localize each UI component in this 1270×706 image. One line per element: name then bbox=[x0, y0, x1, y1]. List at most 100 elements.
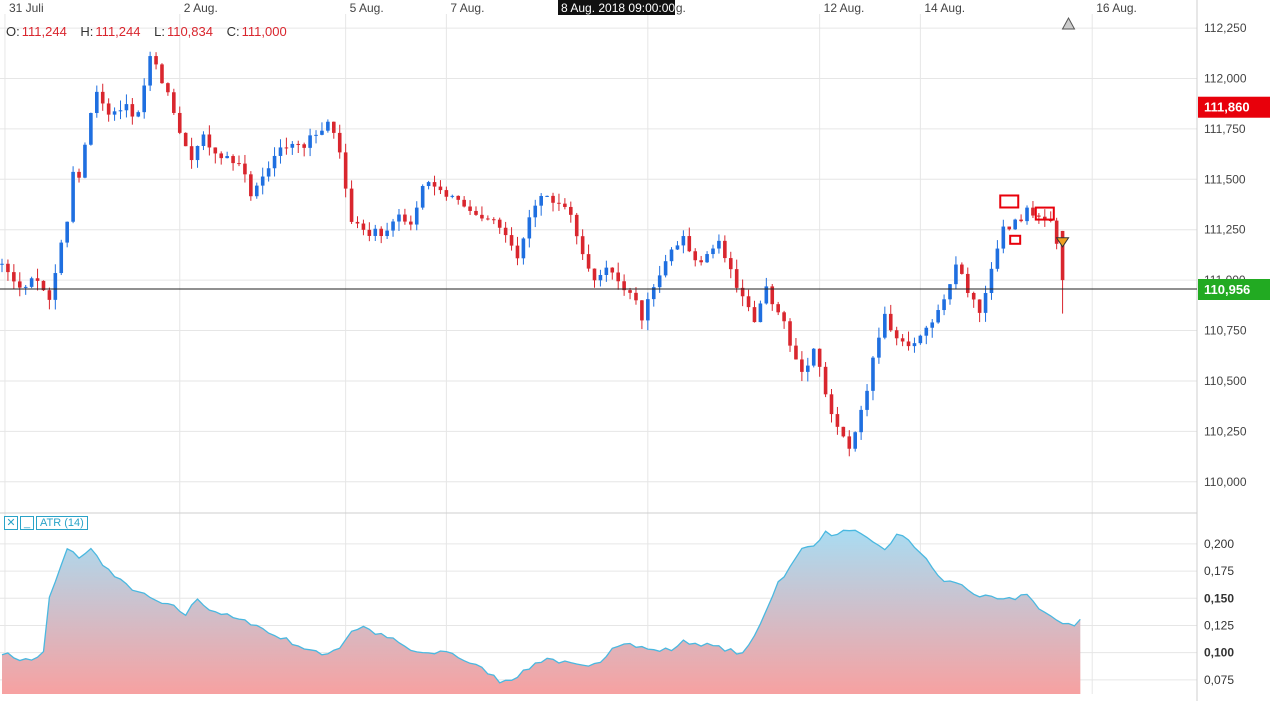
candle-body bbox=[136, 112, 141, 117]
candle-body bbox=[95, 91, 99, 114]
candle-body bbox=[177, 112, 182, 133]
atr-layer bbox=[1, 529, 1081, 694]
price-tick-label: 111,500 bbox=[1204, 172, 1246, 186]
crosshair-time-badge: 8 Aug. 2018 09:00:00 bbox=[558, 0, 675, 15]
close-value: 111,000 bbox=[241, 24, 287, 39]
candle-body bbox=[249, 174, 253, 197]
atr-indicator-label[interactable]: ATR (14) bbox=[36, 516, 88, 530]
candle-body bbox=[183, 132, 188, 147]
candle-body bbox=[705, 254, 709, 263]
candle-body bbox=[663, 261, 668, 276]
chart-svg[interactable]: 112,250 112,000 111,750 111,500 111,250 111,0… bbox=[0, 0, 1270, 701]
candle-body bbox=[977, 299, 982, 313]
time-tick-label: 14 Aug. bbox=[924, 1, 965, 15]
candle-body bbox=[592, 268, 597, 281]
candle-body bbox=[166, 83, 170, 93]
candle-body bbox=[6, 263, 10, 273]
candle-body bbox=[361, 223, 366, 230]
candle-body bbox=[888, 313, 893, 331]
candle-body bbox=[343, 152, 348, 189]
candle-body bbox=[154, 56, 158, 65]
time-tick-label: 2 Aug. bbox=[184, 1, 218, 15]
high-value: 111,244 bbox=[95, 24, 141, 39]
candle-body bbox=[912, 343, 917, 347]
price-badge-label: 111,860 bbox=[1204, 100, 1250, 115]
candle-body bbox=[871, 357, 875, 391]
candle-body bbox=[628, 290, 632, 293]
scroll-up-triangle-icon[interactable] bbox=[1061, 17, 1076, 30]
grid-layer bbox=[0, 0, 1198, 701]
candle-body bbox=[965, 273, 970, 293]
candle-body bbox=[711, 248, 715, 255]
candle-body bbox=[201, 134, 206, 146]
candle-body bbox=[569, 206, 573, 215]
candle-body bbox=[403, 214, 407, 222]
candle-body bbox=[563, 203, 567, 207]
candle-body bbox=[260, 176, 265, 186]
time-tick-label: 5 Aug. bbox=[350, 1, 384, 15]
candle-body bbox=[172, 92, 176, 113]
candle-body bbox=[723, 240, 727, 259]
candle-body bbox=[243, 163, 247, 175]
candle-body bbox=[610, 267, 615, 273]
atr-tick-label: 0,200 bbox=[1204, 537, 1234, 551]
candle-body bbox=[444, 190, 449, 197]
candle-body bbox=[89, 113, 93, 145]
candle-body bbox=[574, 214, 579, 237]
candle-body bbox=[23, 286, 28, 288]
candle-body bbox=[687, 236, 692, 252]
candle-body bbox=[752, 307, 757, 323]
candle-body bbox=[954, 264, 958, 285]
candle-body bbox=[640, 300, 644, 321]
price-tick-label: 112,250 bbox=[1204, 21, 1247, 35]
candle-body bbox=[788, 321, 792, 346]
price-tick-label: 110,000 bbox=[1204, 475, 1247, 489]
candle-body bbox=[906, 341, 911, 347]
candle-body bbox=[918, 335, 923, 344]
price-tick-label: 111,750 bbox=[1204, 122, 1246, 136]
candle-body bbox=[817, 348, 822, 367]
candle-body bbox=[728, 258, 733, 270]
candle-body bbox=[373, 228, 378, 236]
candle-body bbox=[284, 147, 289, 149]
candle-body bbox=[1013, 219, 1017, 230]
price-tick-label: 112,000 bbox=[1204, 71, 1247, 85]
candle-body bbox=[414, 207, 419, 225]
candle-body bbox=[124, 104, 129, 111]
minimize-icon[interactable]: _ bbox=[20, 516, 34, 530]
open-value: 111,244 bbox=[21, 24, 67, 39]
price-tick-label: 110,750 bbox=[1204, 324, 1247, 338]
candle-body bbox=[900, 338, 905, 342]
candle-body bbox=[195, 145, 200, 161]
candle-body bbox=[580, 236, 585, 255]
ohlc-readout: O: 111,244 H: 111,244 L: 110,834 C: 111,000 bbox=[6, 24, 297, 39]
atr-tick-label: 0,100 bbox=[1204, 646, 1234, 660]
candle-body bbox=[1001, 226, 1006, 249]
candle-body bbox=[646, 299, 650, 321]
candle-body bbox=[883, 313, 887, 338]
candle-body bbox=[853, 432, 857, 449]
candle-body bbox=[53, 273, 58, 300]
price-badge: 111,860 bbox=[1198, 96, 1270, 118]
candle-body bbox=[71, 171, 75, 222]
candle-body bbox=[1031, 207, 1035, 216]
candle-body bbox=[634, 292, 638, 301]
candle-body bbox=[782, 312, 786, 322]
candle-body bbox=[308, 135, 312, 148]
candle-body bbox=[148, 56, 152, 86]
candle-body bbox=[278, 147, 283, 156]
candle-body bbox=[586, 254, 591, 269]
price-badge-label: 110,956 bbox=[1204, 282, 1250, 297]
candle-body bbox=[219, 153, 224, 159]
candle-body bbox=[456, 195, 461, 200]
candle-body bbox=[806, 365, 810, 372]
candle-body bbox=[231, 156, 235, 164]
close-icon[interactable]: ✕ bbox=[4, 516, 18, 530]
candle-body bbox=[189, 146, 194, 161]
candle-body bbox=[823, 366, 828, 395]
candle-body bbox=[776, 304, 780, 313]
candle-body bbox=[758, 303, 763, 323]
low-value: 110,834 bbox=[166, 24, 213, 39]
open-label: O: bbox=[6, 24, 20, 39]
candle-body bbox=[811, 348, 816, 366]
